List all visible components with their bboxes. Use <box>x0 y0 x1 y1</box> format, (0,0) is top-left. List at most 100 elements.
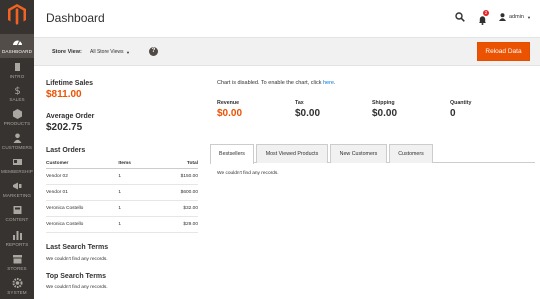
column-header-total: Total <box>164 159 198 169</box>
last-search-empty-message: We couldn't find any records. <box>46 257 108 262</box>
sidebar-item-reports[interactable]: REPORTS <box>0 227 34 251</box>
page-title: Dashboard <box>46 11 105 25</box>
table-row[interactable]: Vendor 02 1 $150.00 <box>46 168 198 185</box>
order-items: 1 <box>118 184 165 201</box>
table-row[interactable]: Vendor 01 1 $600.00 <box>46 184 198 201</box>
sidebar-item-stores[interactable]: STORES <box>0 251 34 275</box>
sidebar-item-label: SYSTEM <box>7 290 27 295</box>
sidebar-item-sales[interactable]: $ SALES <box>0 82 34 106</box>
sidebar-item-dashboard[interactable]: DASHBOARD <box>0 34 34 58</box>
tab-bestsellers[interactable]: Bestsellers <box>210 144 254 164</box>
order-customer: Veronica Costello <box>46 200 119 217</box>
average-order-label: Average Order <box>46 113 95 120</box>
sidebar-item-label: REPORTS <box>5 242 29 247</box>
stat-label: Revenue <box>217 100 240 106</box>
notifications-button[interactable]: 2 <box>478 10 490 25</box>
notification-count-badge: 2 <box>483 10 489 16</box>
person-icon <box>13 133 21 143</box>
user-icon <box>499 13 506 21</box>
sidebar-item-marketing[interactable]: MARKETING <box>0 178 34 202</box>
stat-tax: Tax $0.00 <box>295 100 320 119</box>
chart-message-text: Chart is disabled. To enable the chart, … <box>217 80 323 86</box>
sidebar-item-system[interactable]: SYSTEM <box>0 275 34 299</box>
order-total: $150.00 <box>164 168 198 185</box>
megaphone-icon <box>12 182 21 190</box>
stat-label: Shipping <box>372 100 395 106</box>
order-items: 1 <box>118 168 165 185</box>
sidebar-item-label: STORES <box>7 266 27 271</box>
chart-disabled-message: Chart is disabled. To enable the chart, … <box>217 80 336 86</box>
chevron-down-icon: ▼ <box>526 14 531 20</box>
content-icon <box>13 206 21 214</box>
sidebar-item-products[interactable]: PRODUCTS <box>0 106 34 130</box>
dashboard-icon <box>12 40 22 46</box>
top-search-empty-message: We couldn't find any records. <box>46 285 108 290</box>
help-icon[interactable]: ? <box>149 47 158 56</box>
tab-most-viewed-products[interactable]: Most Viewed Products <box>256 144 328 163</box>
table-row[interactable]: Veronica Costello 1 $32.00 <box>46 200 198 217</box>
dollar-icon: $ <box>14 86 20 95</box>
order-customer: Veronica Costello <box>46 216 119 233</box>
last-orders-title: Last Orders <box>46 147 86 154</box>
stat-label: Tax <box>295 100 304 106</box>
stat-value: $0.00 <box>217 108 243 119</box>
sidebar-item-intro[interactable]: INTRO <box>0 59 34 83</box>
order-customer: Vendor 02 <box>46 168 119 185</box>
order-total: $600.00 <box>164 184 198 201</box>
sidebar-item-label: CONTENT <box>5 217 29 222</box>
tab-customers[interactable]: Customers <box>389 144 433 163</box>
membership-icon <box>12 159 22 165</box>
store-view-select[interactable]: All Store Views <box>90 49 124 55</box>
sidebar-item-content[interactable]: CONTENT <box>0 202 34 226</box>
search-icon[interactable] <box>455 12 465 22</box>
sidebar-item-label: DASHBOARD <box>2 49 32 54</box>
sidebar-item-label: INTRO <box>9 74 25 79</box>
chart-message-suffix: . <box>334 80 336 86</box>
table-header-row: Customer Items Total <box>46 159 198 169</box>
average-order-value: $202.75 <box>46 122 83 133</box>
top-search-terms-title: Top Search Terms <box>46 273 107 280</box>
last-search-terms-title: Last Search Terms <box>46 244 109 251</box>
tab-content-empty-message: We couldn't find any records. <box>217 171 279 176</box>
sidebar-item-customers[interactable]: CUSTOMERS <box>0 130 34 154</box>
sidebar-item-label: CUSTOMERS <box>1 145 33 150</box>
sidebar-item-label: MEMBERSHIP <box>1 169 33 174</box>
store-icon <box>12 255 22 264</box>
reload-data-button[interactable]: Reload Data <box>477 42 530 61</box>
lifetime-sales-value: $811.00 <box>46 89 82 100</box>
stat-value: $0.00 <box>295 108 321 119</box>
column-header-items: Items <box>118 159 165 169</box>
lifetime-sales-label: Lifetime Sales <box>46 80 94 87</box>
chevron-down-icon[interactable]: ▼ <box>126 50 130 55</box>
store-view-label: Store View: <box>52 49 82 55</box>
sidebar-item-label: PRODUCTS <box>3 121 31 126</box>
bell-icon <box>479 16 486 25</box>
last-orders-table: Customer Items Total Vendor 02 1 $150.00… <box>46 159 198 233</box>
order-customer: Vendor 01 <box>46 184 119 201</box>
store-view-bar: Store View: All Store Views ▼ ? Reload D… <box>34 37 540 66</box>
order-items: 1 <box>118 216 165 233</box>
order-items: 1 <box>118 200 165 217</box>
table-row[interactable]: Veronica Costello 1 $29.00 <box>46 216 198 233</box>
cube-icon <box>12 109 22 119</box>
stat-revenue: Revenue $0.00 <box>217 100 242 119</box>
user-name: admin <box>509 14 524 20</box>
tab-new-customers[interactable]: New Customers <box>330 144 387 163</box>
intro-icon <box>14 63 20 71</box>
order-total: $32.00 <box>164 200 198 217</box>
stat-value: $0.00 <box>372 108 398 119</box>
stat-value: 0 <box>450 108 456 119</box>
bar-chart-icon <box>12 231 22 240</box>
sidebar-item-label: MARKETING <box>2 193 32 198</box>
magento-logo-icon[interactable] <box>8 4 26 25</box>
order-total: $29.00 <box>164 216 198 233</box>
svg-text:$: $ <box>14 86 20 95</box>
stat-shipping: Shipping $0.00 <box>372 100 397 119</box>
gear-icon <box>12 278 22 288</box>
column-header-customer: Customer <box>46 159 119 169</box>
sidebar-item-membership[interactable]: MEMBERSHIP <box>0 154 34 178</box>
user-menu[interactable]: admin ▼ <box>499 12 531 22</box>
enable-chart-link[interactable]: here <box>323 80 334 86</box>
dashboard-tabs: Bestsellers Most Viewed Products New Cus… <box>210 143 535 164</box>
stat-quantity: Quantity 0 <box>450 100 471 119</box>
